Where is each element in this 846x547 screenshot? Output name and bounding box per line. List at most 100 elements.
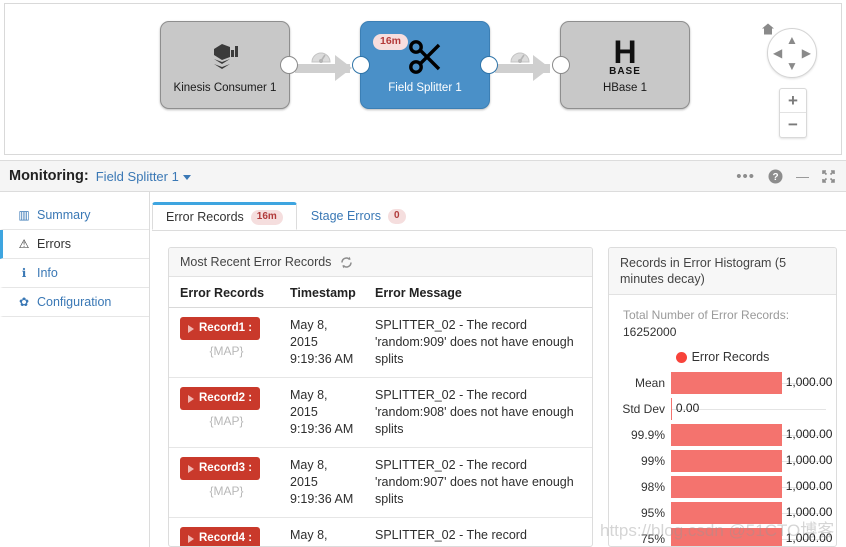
record-expand-button[interactable]: Record2 : <box>180 387 260 410</box>
cell-error-message: SPLITTER_02 - The record 'random:908' do… <box>364 378 592 448</box>
monitoring-page: Kinesis Consumer 1 16m Field Splitter 1 <box>0 0 846 547</box>
histogram-category-label: 95% <box>619 506 671 520</box>
record-expand-button[interactable]: Record1 : <box>180 317 260 340</box>
gear-icon: ✿ <box>16 295 32 309</box>
monitoring-header: Monitoring: Field Splitter 1 ••• ? — <box>0 160 846 192</box>
node-output-port[interactable] <box>280 56 298 74</box>
sidebar-item-label: Errors <box>37 237 71 251</box>
histogram-category-label: 99% <box>619 454 671 468</box>
node-label: Field Splitter 1 <box>388 82 462 94</box>
histogram-category-label: 98% <box>619 480 671 494</box>
zoom-out-button[interactable]: − <box>780 113 806 137</box>
zoom-controls[interactable]: + − <box>779 88 807 138</box>
node-label: HBase 1 <box>603 82 647 94</box>
histogram-value-label: 1,000.00 <box>786 531 833 545</box>
cell-timestamp: May 8, 2015 9:19:36 AM <box>279 378 364 448</box>
tabs-divider <box>152 230 846 231</box>
monitoring-stage-label: Field Splitter 1 <box>96 169 179 184</box>
tab-stage-errors[interactable]: Stage Errors 0 <box>297 202 420 230</box>
histogram-bar <box>671 372 782 394</box>
pan-control[interactable]: ▲ ▼ ◀ ▶ <box>767 28 817 78</box>
cell-error-message: SPLITTER_02 - The record 'random:906' do… <box>364 518 592 547</box>
record-label: Record3 : <box>199 460 252 477</box>
pan-left-icon[interactable]: ◀ <box>773 47 782 59</box>
sidebar-item-summary[interactable]: ▥ Summary <box>0 201 149 230</box>
node-input-port[interactable] <box>352 56 370 74</box>
node-output-port[interactable] <box>480 56 498 74</box>
play-triangle-icon <box>188 535 194 543</box>
record-expand-button[interactable]: Record4 : <box>180 527 260 547</box>
more-options-icon[interactable]: ••• <box>736 168 755 185</box>
scissors-icon <box>405 37 445 77</box>
table-row: Record4 :{MAP}May 8, 2015 9:19:36 AMSPLI… <box>169 518 592 547</box>
chevron-down-icon[interactable] <box>183 175 191 180</box>
sidebar-item-configuration[interactable]: ✿ Configuration <box>0 288 149 317</box>
column-header-timestamp: Timestamp <box>279 277 364 308</box>
monitoring-body: ▥ Summary ⚠ Errors ℹ Info ✿ Configuratio… <box>0 192 846 547</box>
cell-error-message: SPLITTER_02 - The record 'random:907' do… <box>364 448 592 518</box>
histogram-track: 1,000.00 <box>671 372 826 394</box>
histogram-body: Total Number of Error Records: 16252000 … <box>609 295 836 547</box>
node-label: Kinesis Consumer 1 <box>174 82 277 94</box>
table-row: Record2 :{MAP}May 8, 2015 9:19:36 AMSPLI… <box>169 378 592 448</box>
info-circle-icon: ℹ <box>16 266 32 280</box>
pipeline-node-hbase[interactable]: H BASE HBase 1 <box>560 21 690 109</box>
histogram-track: 1,000.00 <box>671 528 826 547</box>
play-triangle-icon <box>188 465 194 473</box>
record-type-label: {MAP} <box>180 483 273 500</box>
bar-chart-icon: ▥ <box>16 208 32 222</box>
panel-header: Records in Error Histogram (5 minutes de… <box>609 248 836 295</box>
cell-timestamp: May 8, 2015 9:19:36 AM <box>279 518 364 547</box>
cell-error-record: Record4 :{MAP} <box>169 518 279 547</box>
histogram-track: 1,000.00 <box>671 424 826 446</box>
monitoring-stage-selector[interactable]: Field Splitter 1 <box>96 169 191 184</box>
pan-right-icon[interactable]: ▶ <box>802 47 811 59</box>
expand-icon[interactable] <box>822 170 835 183</box>
node-input-port[interactable] <box>552 56 570 74</box>
histogram-row: 75%1,000.00 <box>619 526 826 547</box>
error-histogram-panel: Records in Error Histogram (5 minutes de… <box>608 247 837 547</box>
cell-error-message: SPLITTER_02 - The record 'random:909' do… <box>364 308 592 378</box>
svg-text:BASE: BASE <box>609 66 641 77</box>
home-icon[interactable] <box>761 23 775 36</box>
sidebar-item-errors[interactable]: ⚠ Errors <box>0 230 149 259</box>
play-triangle-icon <box>188 325 194 333</box>
link-arrow-1 <box>335 55 352 81</box>
histogram-track: 0.00 <box>671 398 826 420</box>
refresh-icon[interactable] <box>340 256 353 269</box>
pan-down-icon[interactable]: ▼ <box>786 60 798 72</box>
histogram-row: Std Dev 0.00 <box>619 396 826 422</box>
cell-error-record: Record1 :{MAP} <box>169 308 279 378</box>
record-label: Record2 : <box>199 390 252 407</box>
zoom-in-button[interactable]: + <box>780 89 806 113</box>
table-row: Record1 :{MAP}May 8, 2015 9:19:36 AMSPLI… <box>169 308 592 378</box>
total-label: Total Number of Error Records: <box>623 308 789 322</box>
histogram-value-label: 1,000.00 <box>786 375 833 389</box>
tab-bar: Error Records 16m Stage Errors 0 <box>152 202 420 230</box>
sidebar-item-label: Info <box>37 266 58 280</box>
histogram-value-label: 0.00 <box>676 401 699 415</box>
warning-triangle-icon: ⚠ <box>16 237 32 251</box>
pan-up-icon[interactable]: ▲ <box>786 34 798 46</box>
histogram-bar <box>671 450 782 472</box>
histogram-track: 1,000.00 <box>671 502 826 524</box>
legend-color-dot <box>676 352 687 363</box>
status-badge: 0 <box>388 209 406 224</box>
sidebar-item-info[interactable]: ℹ Info <box>0 259 149 288</box>
tab-error-records[interactable]: Error Records 16m <box>152 202 297 230</box>
pipeline-canvas[interactable]: Kinesis Consumer 1 16m Field Splitter 1 <box>4 3 842 155</box>
histogram-category-label: Std Dev <box>619 402 671 416</box>
pipeline-node-kinesis-consumer[interactable]: Kinesis Consumer 1 <box>160 21 290 109</box>
record-expand-button[interactable]: Record3 : <box>180 457 260 480</box>
record-label: Record4 : <box>199 530 252 547</box>
histogram-value-label: 1,000.00 <box>786 427 833 441</box>
help-icon[interactable]: ? <box>768 169 783 184</box>
histogram-bar <box>671 528 782 547</box>
pipeline-node-field-splitter[interactable]: 16m Field Splitter 1 <box>360 21 490 109</box>
gauge-icon-2 <box>509 48 531 64</box>
svg-text:H: H <box>613 36 636 70</box>
minimize-icon[interactable]: — <box>796 169 809 184</box>
svg-text:?: ? <box>772 172 778 183</box>
cell-timestamp: May 8, 2015 9:19:36 AM <box>279 448 364 518</box>
tab-label: Stage Errors <box>311 209 381 223</box>
